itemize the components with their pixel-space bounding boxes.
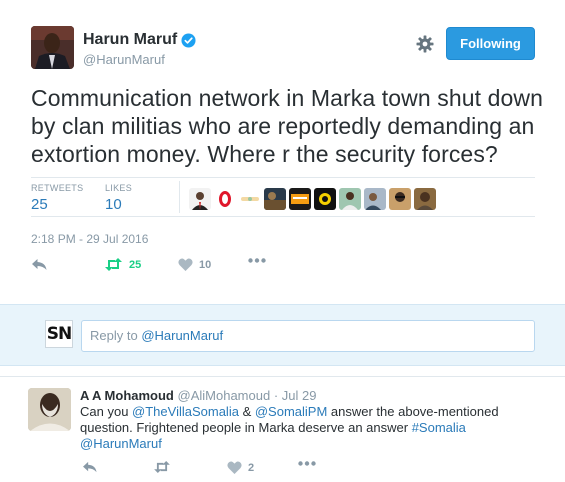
like-button[interactable]: 10 <box>178 258 211 271</box>
reply-author-handle[interactable]: @AliMohamoud <box>178 388 271 403</box>
reply-text: Can you @TheVillaSomalia & @SomaliPM ans… <box>80 404 500 452</box>
retweets-stat[interactable]: RETWEETS 25 <box>31 183 83 213</box>
liker-avatar[interactable] <box>364 188 386 210</box>
following-button[interactable]: Following <box>446 27 535 60</box>
reply-author-avatar[interactable] <box>28 388 71 431</box>
tweet-actions: 25 10 <box>31 258 291 278</box>
liker-avatar[interactable] <box>214 188 236 210</box>
liker-avatar[interactable] <box>239 188 261 210</box>
author-name[interactable]: Harun Maruf <box>83 31 177 49</box>
liker-avatar[interactable] <box>414 188 436 210</box>
tweet-timestamp[interactable]: 2:18 PM - 29 Jul 2016 <box>31 232 148 246</box>
reply-separator: · <box>270 388 282 403</box>
tweet-stats: RETWEETS 25 LIKES 10 <box>31 177 535 217</box>
mention-link[interactable]: @HarunMaruf <box>80 436 162 451</box>
liker-avatar[interactable] <box>189 188 211 210</box>
reply-compose: SN Reply to @HarunMaruf <box>0 304 565 366</box>
liker-avatar[interactable] <box>264 188 286 210</box>
author-avatar[interactable] <box>31 26 74 69</box>
like-icon <box>227 461 242 474</box>
retweet-icon <box>154 461 170 473</box>
reply-mention: @HarunMaruf <box>141 328 224 343</box>
retweet-icon <box>105 258 122 271</box>
reply-author-name[interactable]: A A Mohamoud <box>80 388 174 403</box>
reply-button[interactable] <box>31 258 48 272</box>
likes-stat[interactable]: LIKES 10 <box>105 183 132 213</box>
more-icon <box>298 461 316 466</box>
retweet-count: 25 <box>129 258 142 271</box>
reply-button[interactable] <box>82 461 98 474</box>
retweets-label: RETWEETS <box>31 183 84 193</box>
like-icon <box>178 258 193 271</box>
liker-avatar[interactable] <box>314 188 336 210</box>
like-count: 10 <box>199 258 212 271</box>
reply-text-part: Can you <box>80 404 133 419</box>
reply-placeholder: Reply to <box>90 328 142 343</box>
mention-link[interactable]: @TheVillaSomalia <box>132 404 239 419</box>
stats-divider <box>179 181 180 213</box>
author-handle[interactable]: @HarunMaruf <box>83 52 196 67</box>
tweet-text: Communication network in Marka town shut… <box>31 85 544 167</box>
reply-icon <box>32 259 47 270</box>
liker-avatar[interactable] <box>339 188 361 210</box>
more-icon <box>248 258 266 263</box>
like-count: 2 <box>248 461 255 474</box>
retweets-value: 25 <box>31 196 48 213</box>
retweet-button[interactable]: 25 <box>104 258 141 271</box>
likes-value: 10 <box>105 196 122 213</box>
reply-date[interactable]: Jul 29 <box>282 388 317 403</box>
tweet-card: Harun Maruf @HarunMaruf Following Commun… <box>0 0 565 304</box>
verified-icon <box>181 32 196 48</box>
reply-input[interactable]: Reply to @HarunMaruf <box>81 320 535 352</box>
hashtag-link[interactable]: #Somalia <box>412 420 466 435</box>
retweet-button[interactable] <box>153 461 171 473</box>
reply-header: A A Mohamoud @AliMohamoud · Jul 29 <box>80 388 316 404</box>
like-button[interactable]: 2 <box>227 461 254 474</box>
reply-text-part: & <box>238 404 255 419</box>
more-button[interactable] <box>298 461 316 466</box>
liker-avatar[interactable] <box>289 188 311 210</box>
more-button[interactable] <box>248 258 266 263</box>
user-avatar: SN <box>45 320 73 348</box>
likes-label: LIKES <box>105 183 133 193</box>
liker-avatar[interactable] <box>389 188 411 210</box>
reply-tweet-actions: 2 <box>80 461 340 477</box>
settings-gear-icon[interactable] <box>415 34 435 54</box>
reply-icon <box>83 461 97 473</box>
liker-avatars <box>189 188 436 210</box>
mention-link[interactable]: @SomaliPM <box>255 404 327 419</box>
reply-tweet: A A Mohamoud @AliMohamoud · Jul 29 Can y… <box>0 376 565 482</box>
